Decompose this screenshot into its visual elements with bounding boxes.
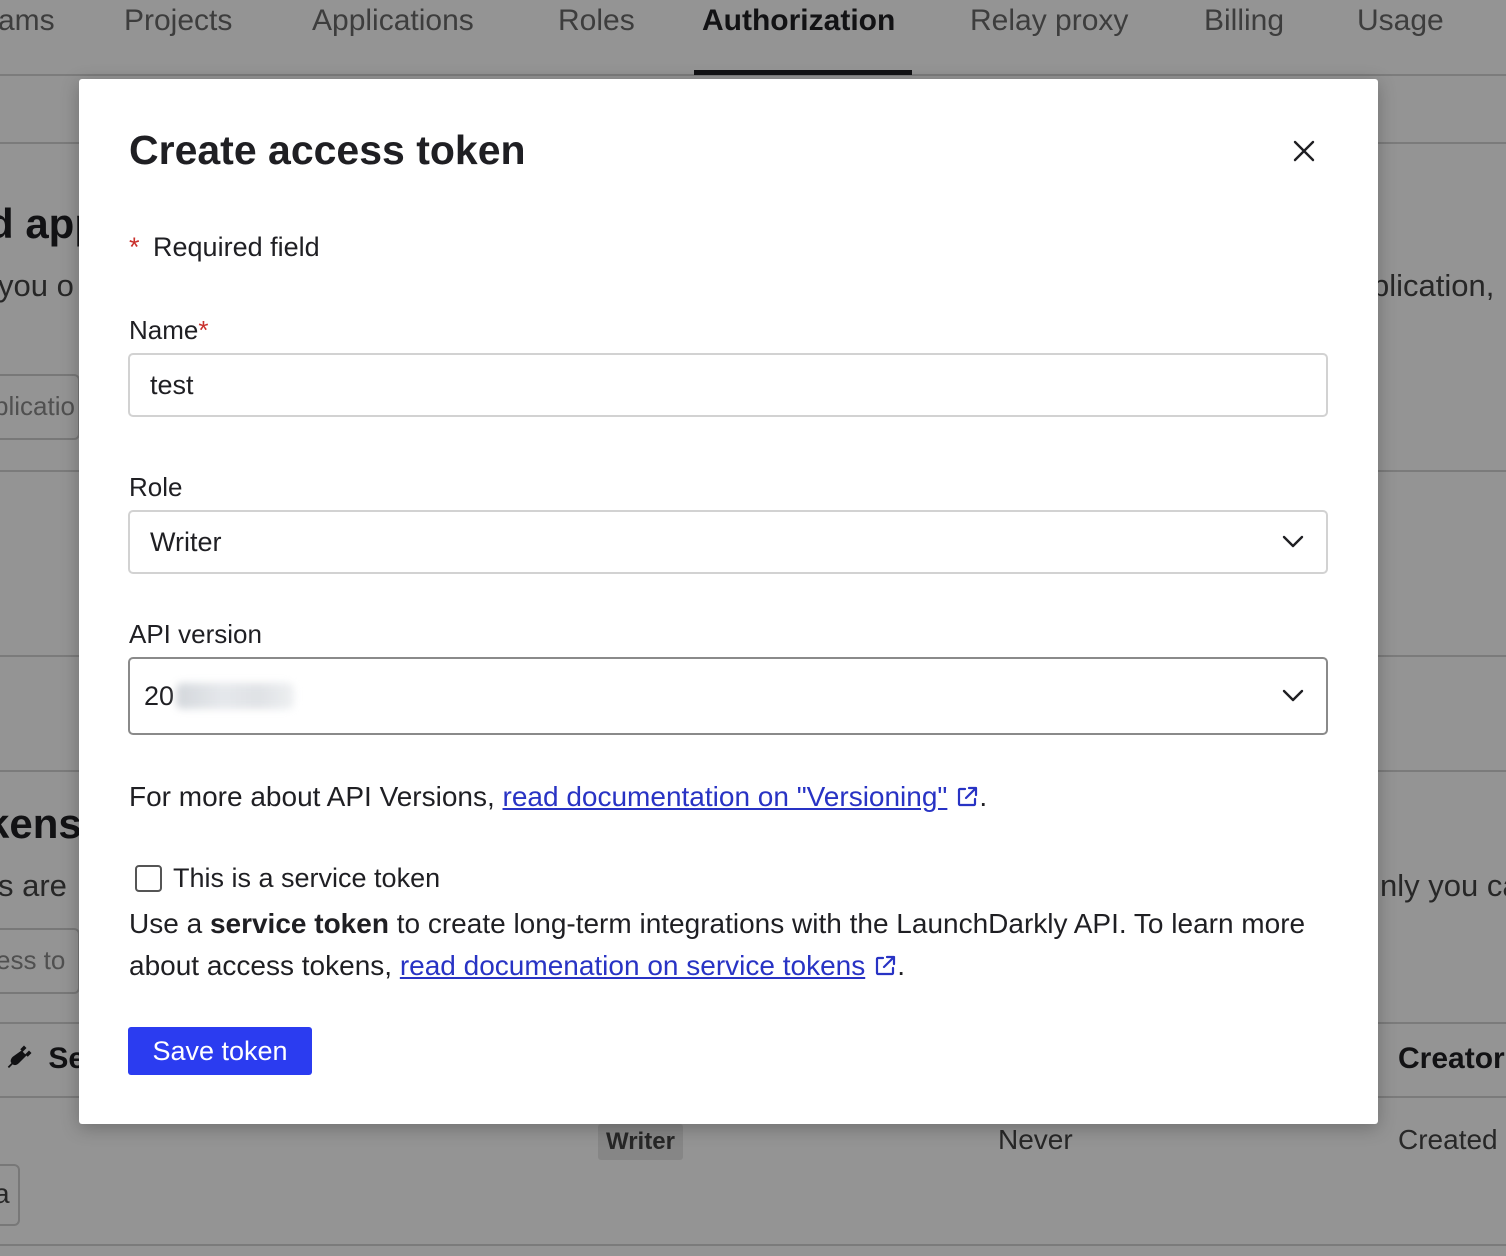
required-field-note: * Required field [129, 232, 320, 263]
service-token-checkbox[interactable] [135, 865, 162, 892]
api-version-select[interactable]: 20 [128, 657, 1328, 735]
versioning-help-text: For more about API Versions, read docume… [129, 781, 988, 812]
name-input[interactable] [128, 353, 1328, 417]
save-token-button[interactable]: Save token [128, 1027, 312, 1075]
api-version-select-value: 20 [144, 681, 1280, 712]
dialog-title: Create access token [129, 127, 526, 173]
redacted-value [176, 683, 295, 709]
role-select-value: Writer [150, 526, 222, 557]
role-select[interactable]: Writer [128, 510, 1328, 574]
versioning-docs-link[interactable]: read documentation on "Versioning" [503, 781, 948, 812]
required-star: * [129, 232, 140, 262]
service-token-checkbox-label[interactable]: This is a service token [173, 863, 440, 894]
create-access-token-dialog: Create access token * Required field Nam… [79, 79, 1378, 1124]
close-icon [1293, 140, 1315, 162]
close-button[interactable] [1284, 131, 1324, 171]
external-link-icon [876, 955, 896, 976]
service-token-description: Use a service token to create long-term … [129, 908, 1306, 981]
service-tokens-docs-link[interactable]: read documenation on service tokens [400, 950, 865, 981]
api-version-label: API version [129, 619, 262, 649]
required-star: * [198, 315, 209, 345]
chevron-down-icon [1280, 529, 1306, 555]
service-token-checkbox-row[interactable]: This is a service token [135, 863, 440, 894]
chevron-down-icon [1280, 683, 1306, 709]
external-link-icon [958, 786, 978, 807]
required-note-text: Required field [153, 232, 320, 262]
name-label: Name* [129, 315, 209, 345]
role-label: Role [129, 472, 183, 502]
